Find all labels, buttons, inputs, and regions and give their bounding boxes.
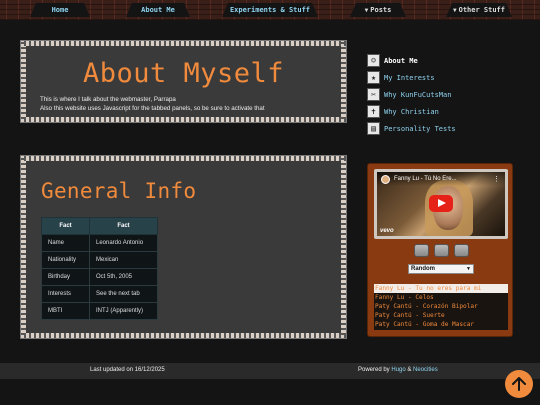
caret-down-icon: ▼: [364, 7, 369, 14]
table-row: Nationality Mexican: [41, 251, 158, 269]
top-nav: Home About Me Experiments & Stuff ▼ Posts…: [0, 0, 540, 20]
video-embed[interactable]: Fanny Lu - Tú No Ere... ⋮ vevo: [377, 172, 505, 236]
sidebar-tabs: ☺ About Me ★ My Interests ✂ Why KunFuCut…: [367, 52, 456, 137]
table-row: Birthday Oct 5th, 2005: [41, 268, 158, 286]
about-line-2: Also this website uses Javascript for th…: [40, 105, 265, 112]
table-cell: Birthday: [41, 268, 90, 286]
playback-mode-select[interactable]: Random ▼: [408, 264, 474, 274]
info-table: Fact Fact Name Leonardo Antonio National…: [41, 217, 158, 320]
sidebar-item-label: Personality Tests: [384, 124, 456, 133]
next-button[interactable]: [454, 244, 469, 257]
sidebar-item-label: About Me: [384, 56, 418, 65]
table-cell: Oct 5th, 2005: [89, 268, 158, 286]
playback-mode-value: Random: [411, 266, 435, 272]
previous-button[interactable]: [414, 244, 429, 257]
sidebar-item-about-me[interactable]: ☺ About Me: [367, 52, 456, 69]
playlist-item[interactable]: Paty Cantú - Suerte: [374, 311, 508, 320]
nav-experiments[interactable]: Experiments & Stuff: [222, 3, 318, 17]
sidebar-item-why-kunfucutsman[interactable]: ✂ Why KunFuCutsMan: [367, 86, 456, 103]
nav-other-label: Other Stuff: [458, 6, 505, 14]
about-line-1: This is where I talk about the webmaster…: [40, 96, 176, 103]
book-icon: ▤: [367, 122, 380, 135]
general-info-title: General Info: [41, 179, 197, 203]
sidebar-item-label: Why KunFuCutsMan: [384, 90, 452, 99]
channel-avatar[interactable]: [381, 175, 390, 184]
footer: Last updated on 16/12/2025 Powered by Hu…: [0, 363, 540, 379]
sidebar-item-why-christian[interactable]: ✝ Why Christian: [367, 103, 456, 120]
caret-down-icon: ▼: [453, 7, 457, 14]
table-cell: Nationality: [41, 251, 90, 269]
sidebar-item-my-interests[interactable]: ★ My Interests: [367, 69, 456, 86]
general-info-panel: General Info Fact Fact Name Leonardo Ant…: [20, 155, 347, 339]
nav-about-label: About Me: [141, 6, 175, 14]
playlist-item[interactable]: Fanny Lu - Celos: [374, 293, 508, 302]
chevron-down-icon: ▼: [466, 266, 471, 272]
playlist-item[interactable]: Paty Cantú - Goma de Mascar: [374, 320, 508, 329]
table-row: Interests See the next tab: [41, 285, 158, 303]
play-pause-button[interactable]: [434, 244, 449, 257]
scissors-icon: ✂: [367, 88, 380, 101]
hugo-link[interactable]: Hugo: [391, 367, 405, 373]
nav-about-me[interactable]: About Me: [126, 3, 190, 17]
star-icon: ★: [367, 71, 380, 84]
playlist: Fanny Lu - Tu no eres para mi Fanny Lu -…: [374, 284, 508, 330]
about-title: About Myself: [82, 58, 285, 89]
about-panel: About Myself This is where I talk about …: [20, 40, 347, 123]
playlist-item[interactable]: Paty Cantú - Corazón Bipolar: [374, 302, 508, 311]
table-header: Fact: [89, 217, 158, 235]
playlist-item[interactable]: Fanny Lu - Tu no eres para mi: [374, 284, 508, 293]
more-options-icon[interactable]: ⋮: [493, 175, 500, 183]
music-player: Fanny Lu - Tú No Ere... ⋮ vevo Random ▼ …: [367, 163, 513, 337]
table-row: Name Leonardo Antonio: [41, 234, 158, 252]
nav-posts[interactable]: ▼ Posts: [350, 3, 406, 17]
table-row: MBTI INTJ (Apparently): [41, 302, 158, 320]
nav-other-stuff[interactable]: ▼ Other Stuff: [446, 3, 512, 17]
neocities-link[interactable]: Neocities: [413, 367, 438, 373]
table-cell: Mexican: [89, 251, 158, 269]
video-title[interactable]: Fanny Lu - Tú No Ere...: [394, 176, 457, 182]
table-cell: Name: [41, 234, 90, 252]
table-cell: See the next tab: [89, 285, 158, 303]
table-cell: MBTI: [41, 302, 90, 320]
last-updated: Last updated on 16/12/2025: [90, 367, 165, 373]
sidebar-item-label: Why Christian: [384, 107, 439, 116]
nav-home-label: Home: [51, 6, 69, 14]
nav-experiments-label: Experiments & Stuff: [229, 6, 311, 14]
user-icon: ☺: [367, 54, 380, 67]
table-header-row: Fact Fact: [41, 217, 158, 235]
sidebar-item-label: My Interests: [384, 73, 435, 82]
table-cell: Interests: [41, 285, 90, 303]
nav-home[interactable]: Home: [30, 3, 90, 17]
table-cell: Leonardo Antonio: [89, 234, 158, 252]
play-icon[interactable]: [429, 195, 453, 212]
video-brand-logo: vevo: [380, 228, 394, 234]
player-screen: Fanny Lu - Tú No Ere... ⋮ vevo: [374, 169, 508, 239]
arrow-up-icon: [512, 377, 526, 391]
sidebar-item-personality-tests[interactable]: ▤ Personality Tests: [367, 120, 456, 137]
table-cell: INTJ (Apparently): [89, 302, 158, 320]
powered-by: Powered by Hugo & Neocities: [358, 367, 438, 373]
nav-posts-label: Posts: [370, 6, 392, 14]
table-header: Fact: [41, 217, 90, 235]
cross-icon: ✝: [367, 105, 380, 118]
back-to-top-button[interactable]: [505, 370, 533, 398]
